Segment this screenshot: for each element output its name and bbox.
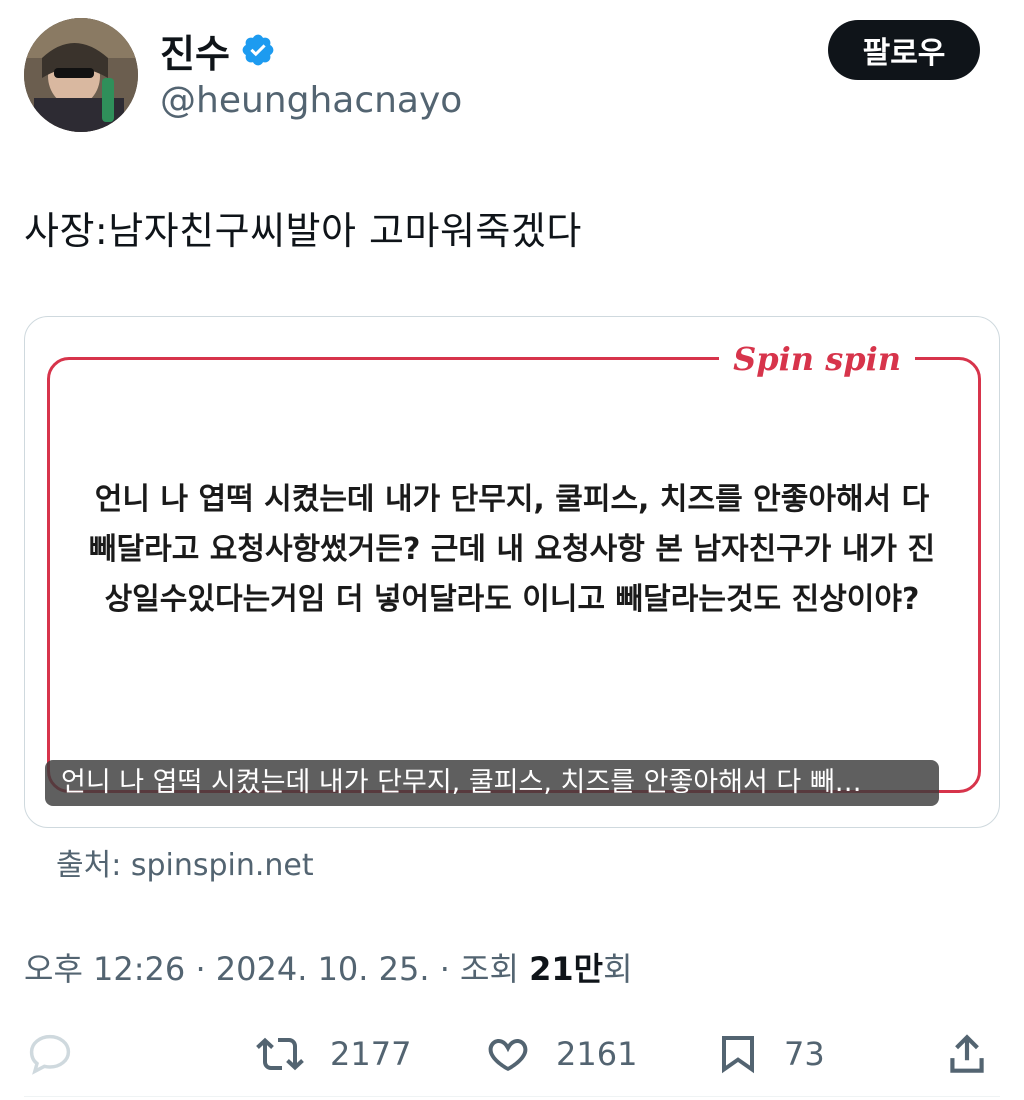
divider — [24, 1096, 1000, 1097]
avatar-image — [24, 18, 138, 132]
share-icon — [950, 1034, 984, 1073]
tweet-text: 사장:남자친구씨발아 고마워죽겠다 — [24, 209, 582, 253]
card-source-link[interactable]: 출처: spinspin.net — [56, 840, 314, 884]
view-count: 21만 — [529, 950, 604, 988]
retweet-button[interactable]: 2177 — [252, 1024, 411, 1084]
display-name[interactable]: 진수 — [160, 23, 230, 78]
reply-button[interactable] — [24, 1024, 76, 1084]
avatar[interactable] — [24, 18, 138, 132]
tweet-meta: 오후 12:26 · 2024. 10. 25. · 조회 21만회 — [24, 944, 633, 990]
retweet-icon — [256, 1037, 304, 1071]
handle[interactable]: @heunghacnayo — [160, 80, 462, 121]
follow-button[interactable]: 팔로우 — [828, 20, 980, 80]
verified-badge-icon — [240, 32, 276, 68]
timestamp[interactable]: 오후 12:26 · 2024. 10. 25. · 조회 — [24, 950, 529, 988]
name-row: 진수 — [160, 26, 276, 76]
like-count: 2161 — [556, 1035, 638, 1073]
like-button[interactable]: 2161 — [482, 1024, 637, 1084]
image-caption: 언니 나 엽떡 시켰는데 내가 단무지, 쿨피스, 치즈를 안좋아해서 다 빼… — [45, 760, 939, 806]
like-icon — [488, 1039, 528, 1071]
brand-logo: Spin spin — [719, 337, 915, 381]
image-card[interactable]: Spin spin 언니 나 엽떡 시켰는데 내가 단무지, 쿨피스, 치즈를 … — [24, 316, 1000, 828]
bookmark-button[interactable]: 73 — [714, 1024, 825, 1084]
share-button[interactable] — [942, 1024, 992, 1084]
tweet-header: 진수 @heunghacnayo 팔로우 — [24, 18, 980, 138]
action-bar: 2177 2161 73 — [24, 1024, 1000, 1084]
bookmark-icon — [722, 1036, 754, 1074]
view-suffix: 회 — [603, 950, 633, 988]
card-body-text: 언니 나 엽떡 시켰는데 내가 단무지, 쿨피스, 치즈를 안좋아해서 다 빼달… — [88, 482, 936, 617]
reply-icon — [29, 1034, 71, 1075]
bookmark-count: 73 — [784, 1035, 825, 1073]
retweet-count: 2177 — [330, 1035, 412, 1073]
